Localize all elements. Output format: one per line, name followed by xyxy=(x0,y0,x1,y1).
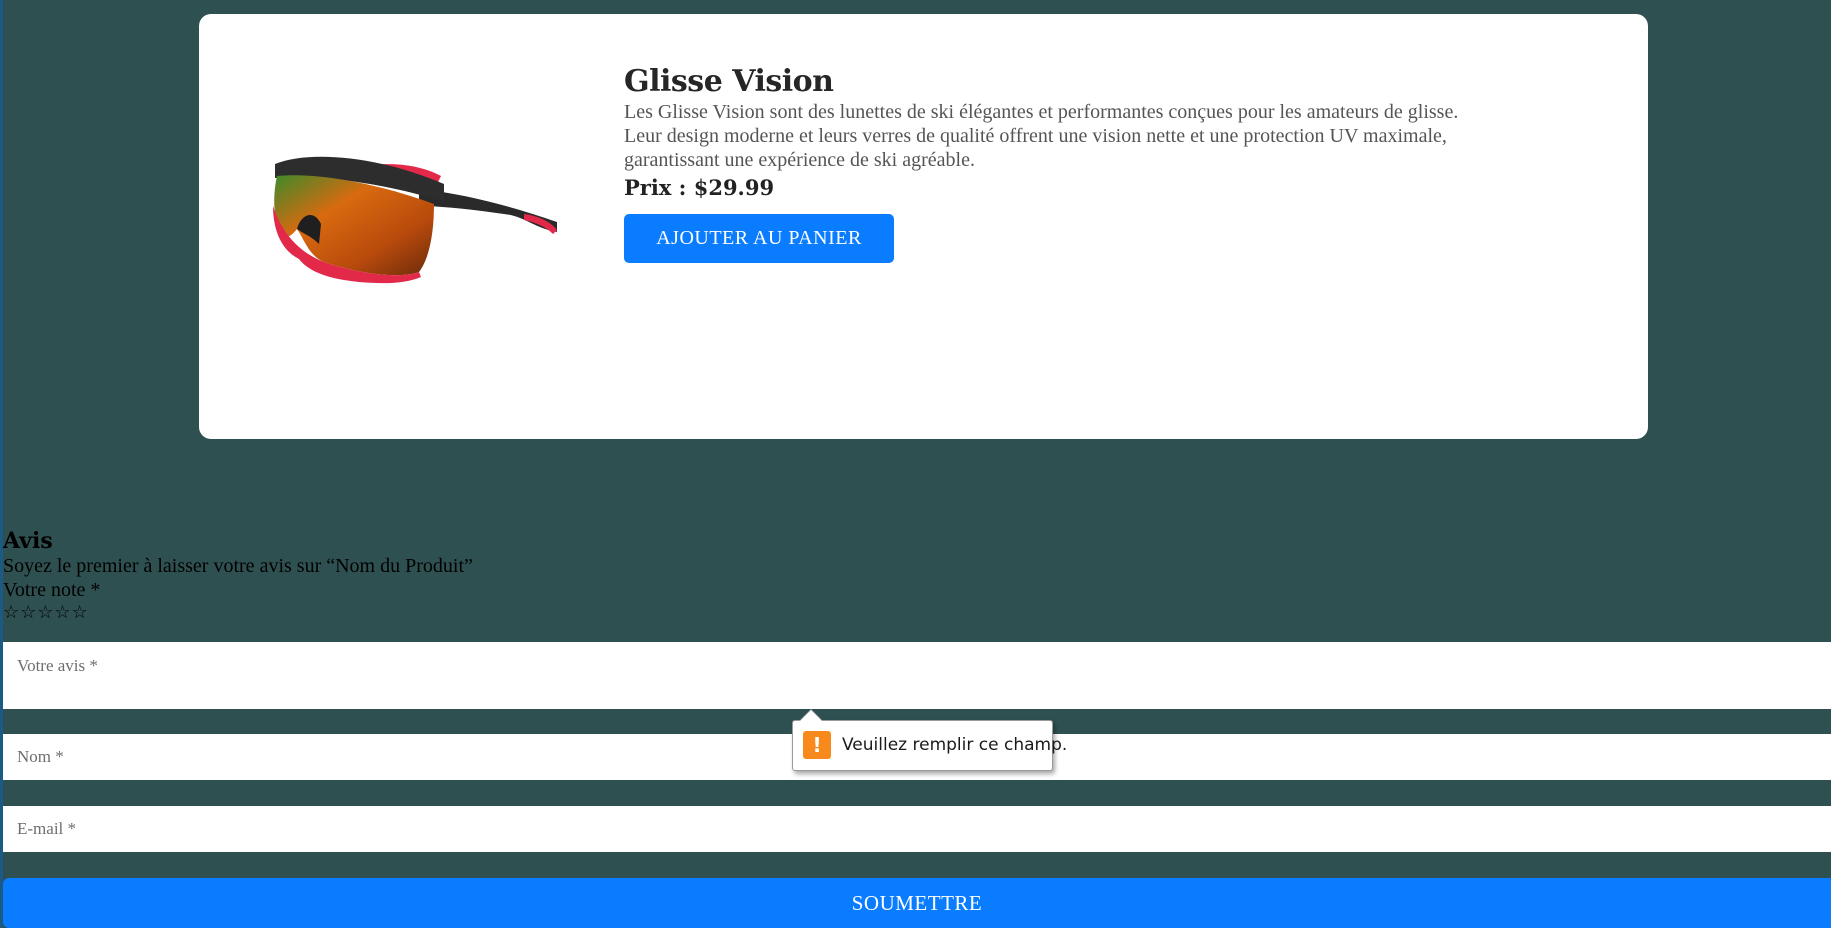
description-line: Leur design moderne et leurs verres de q… xyxy=(624,125,1447,147)
tooltip-arrow xyxy=(800,710,822,721)
rating-stars[interactable]: ☆☆☆☆☆ xyxy=(3,602,1831,624)
window-left-edge xyxy=(0,0,3,928)
reviews-section: Avis Soyez le premier à laisser votre av… xyxy=(3,528,1831,624)
product-card: Glisse Vision Les Glisse Vision sont des… xyxy=(199,14,1648,439)
validation-tooltip: ! Veuillez remplir ce champ. xyxy=(792,720,1067,771)
reviews-intro: Soyez le premier à laisser votre avis su… xyxy=(3,555,473,577)
review-placeholder: Votre avis * xyxy=(17,656,98,675)
product-price: Prix : $29.99 xyxy=(624,175,775,200)
product-info: Glisse Vision Les Glisse Vision sont des… xyxy=(624,64,1614,263)
review-textarea[interactable]: Votre avis * xyxy=(3,642,1831,709)
description-line: Les Glisse Vision sont des lunettes de s… xyxy=(624,101,1459,123)
rating-label: Votre note * xyxy=(3,579,101,601)
submit-button[interactable]: SOUMETTRE xyxy=(3,878,1831,928)
product-description: Les Glisse Vision sont des lunettes de s… xyxy=(624,100,1614,172)
name-placeholder: Nom * xyxy=(17,747,64,766)
description-line: garantissant une expérience de ski agréa… xyxy=(624,149,975,171)
product-title: Glisse Vision xyxy=(624,64,834,99)
tooltip-message: Veuillez remplir ce champ. xyxy=(842,735,1068,755)
warning-icon: ! xyxy=(803,731,831,759)
add-to-cart-button[interactable]: AJOUTER AU PANIER xyxy=(624,214,894,263)
reviews-title: Avis xyxy=(3,528,53,554)
email-input[interactable]: E-mail * xyxy=(3,806,1831,852)
email-placeholder: E-mail * xyxy=(17,819,77,838)
ski-goggles-image xyxy=(273,156,557,284)
